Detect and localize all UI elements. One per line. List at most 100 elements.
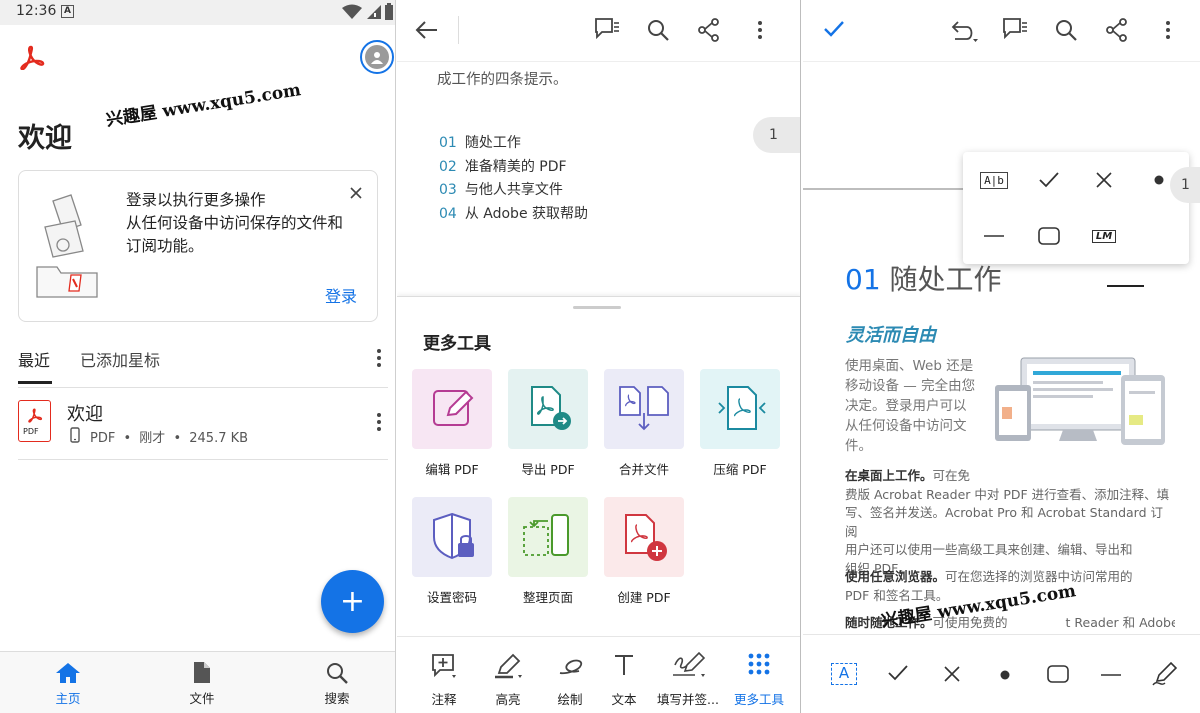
back-arrow-icon[interactable]	[415, 20, 439, 40]
tool-edit-pdf[interactable]: 编辑 PDF	[412, 369, 512, 484]
undo-icon[interactable]	[947, 17, 979, 43]
divider	[458, 16, 459, 44]
card-line-3: 订阅功能。	[126, 237, 204, 255]
create-pdf-icon	[625, 514, 667, 561]
share-icon[interactable]	[1105, 18, 1129, 42]
section-number: 01	[845, 263, 881, 296]
nav-home[interactable]: 主页	[33, 652, 103, 713]
file-list-item[interactable]: PDF 欢迎 PDF • 刚才 • 245.7 KB	[0, 392, 395, 458]
file-name: 欢迎	[67, 404, 103, 425]
viewer-bottom-toolbar: 注释 高亮 绘制 文本 填写并签... 更多工具	[397, 636, 800, 713]
text-field-tool[interactable]: A|b	[972, 158, 1016, 202]
text-tool-button[interactable]: A	[831, 663, 857, 685]
sign-in-card: 登录以执行更多操作 从任何设备中访问保存的文件和 订阅功能。 登录	[18, 170, 378, 322]
nav-files[interactable]: 文件	[167, 652, 237, 713]
nav-highlight[interactable]: 高亮	[483, 637, 533, 713]
tool-combine-files[interactable]: 合并文件	[604, 369, 704, 484]
markup-tools-popup: A|b LM	[963, 152, 1189, 264]
share-icon[interactable]	[697, 18, 721, 42]
avatar-icon	[365, 45, 389, 69]
tool-organize-pages[interactable]: 整理页面	[508, 497, 608, 612]
more-vertical-icon[interactable]	[757, 20, 763, 40]
file-meta: PDF • 刚才 • 245.7 KB	[90, 427, 248, 446]
meta-separator: •	[123, 431, 132, 446]
tab-starred[interactable]: 已添加星标	[80, 347, 160, 371]
cross-icon	[1096, 172, 1112, 188]
dot-tool-icon[interactable]	[1000, 670, 1010, 680]
toc-item[interactable]: 01 随处工作	[439, 132, 588, 156]
wifi-icon	[342, 4, 362, 19]
section-heading: 01 随处工作	[845, 258, 1002, 298]
checkmark-tool[interactable]	[1027, 158, 1071, 202]
nav-draw[interactable]: 绘制	[545, 637, 595, 713]
cross-tool-icon[interactable]	[943, 665, 961, 683]
page-number-badge: 1	[753, 117, 800, 153]
cross-tool[interactable]	[1082, 158, 1126, 202]
password-shield-icon	[433, 512, 474, 560]
more-tools-sheet: 更多工具 编辑 PDF 导出 PDF 合并文件 压缩 PDF 设置密码 整理页面…	[397, 296, 800, 713]
toc-item[interactable]: 04 从 Adobe 获取帮助	[439, 203, 588, 227]
line-tool[interactable]	[972, 214, 1016, 258]
viewer-screen: 成工作的四条提示。 01 随处工作 02 准备精美的 PDF 03 与他人共享文件 0…	[397, 0, 801, 713]
initials-tool[interactable]: LM	[1082, 214, 1126, 258]
watermark: 兴趣屋 www.xqu5.com	[104, 80, 303, 131]
document-page: 成工作的四条提示。 01 随处工作 02 准备精美的 PDF 03 与他人共享文件 0…	[397, 62, 800, 297]
close-icon[interactable]	[350, 187, 362, 199]
nav-more-tools[interactable]: 更多工具	[724, 637, 794, 713]
rectangle-tool[interactable]	[1027, 214, 1071, 258]
line-icon	[984, 235, 1004, 237]
highlight-icon	[495, 653, 522, 679]
toc-item[interactable]: 02 准备精美的 PDF	[439, 156, 588, 180]
tool-export-pdf[interactable]: 导出 PDF	[508, 369, 608, 484]
tool-create-pdf[interactable]: 创建 PDF	[604, 497, 704, 612]
tool-compress-pdf[interactable]: 压缩 PDF	[700, 369, 800, 484]
battery-icon	[385, 3, 393, 20]
viewer-toolbar	[397, 0, 800, 62]
search-icon[interactable]	[647, 19, 669, 41]
status-time: 12:36	[16, 3, 57, 19]
more-vertical-icon[interactable]	[1165, 20, 1171, 40]
sheet-handle[interactable]	[573, 306, 621, 309]
file-size: 245.7 KB	[189, 431, 249, 446]
checkmark-tool-icon[interactable]	[887, 664, 909, 682]
rectangle-icon	[1038, 227, 1060, 245]
comment-icon[interactable]	[1002, 17, 1028, 41]
organize-icon	[523, 514, 569, 556]
nav-text[interactable]: 文本	[599, 637, 649, 713]
editor-toolbar	[803, 0, 1200, 62]
comment-icon[interactable]	[594, 17, 620, 41]
file-icon	[194, 662, 210, 683]
rectangle-tool-icon[interactable]	[1047, 665, 1069, 683]
nav-comment[interactable]: 注释	[419, 637, 469, 713]
line-tool-icon[interactable]	[1100, 673, 1122, 677]
intro-text: 使用桌面、Web 还是 移动设备 — 完全由您 决定。登录用户可以 从任何设备中…	[845, 358, 976, 454]
done-check-icon[interactable]	[823, 20, 845, 38]
add-fab-button[interactable]: +	[321, 570, 384, 633]
notification-icon: A	[61, 5, 74, 18]
tool-set-password[interactable]: 设置密码	[412, 497, 512, 612]
text-field-icon: A|b	[980, 171, 1008, 189]
sheet-title: 更多工具	[423, 334, 491, 354]
more-vertical-icon[interactable]	[376, 348, 382, 368]
phone-icon	[70, 427, 80, 443]
search-icon	[327, 663, 348, 684]
grid-icon	[748, 653, 770, 675]
file-type: PDF	[90, 431, 116, 446]
profile-avatar-button[interactable]	[360, 40, 394, 74]
file-more-icon[interactable]	[376, 412, 382, 432]
divider	[18, 387, 388, 388]
search-icon[interactable]	[1055, 19, 1077, 41]
subtitle: 灵活而自由	[846, 325, 936, 346]
signature-tool-icon[interactable]	[1151, 661, 1177, 687]
tab-recent[interactable]: 最近	[18, 347, 50, 371]
files-illustration-icon	[36, 194, 98, 298]
signal-icon	[367, 5, 381, 19]
file-time: 刚才	[139, 431, 166, 446]
fill-sign-icon	[673, 651, 706, 677]
nav-fill-sign[interactable]: 填写并签...	[653, 637, 723, 713]
nav-search[interactable]: 搜索	[302, 652, 372, 713]
login-link[interactable]: 登录	[325, 283, 357, 307]
editor-bottom-toolbar: A	[803, 634, 1200, 713]
text-icon	[615, 655, 633, 675]
toc-item[interactable]: 03 与他人共享文件	[439, 179, 588, 203]
